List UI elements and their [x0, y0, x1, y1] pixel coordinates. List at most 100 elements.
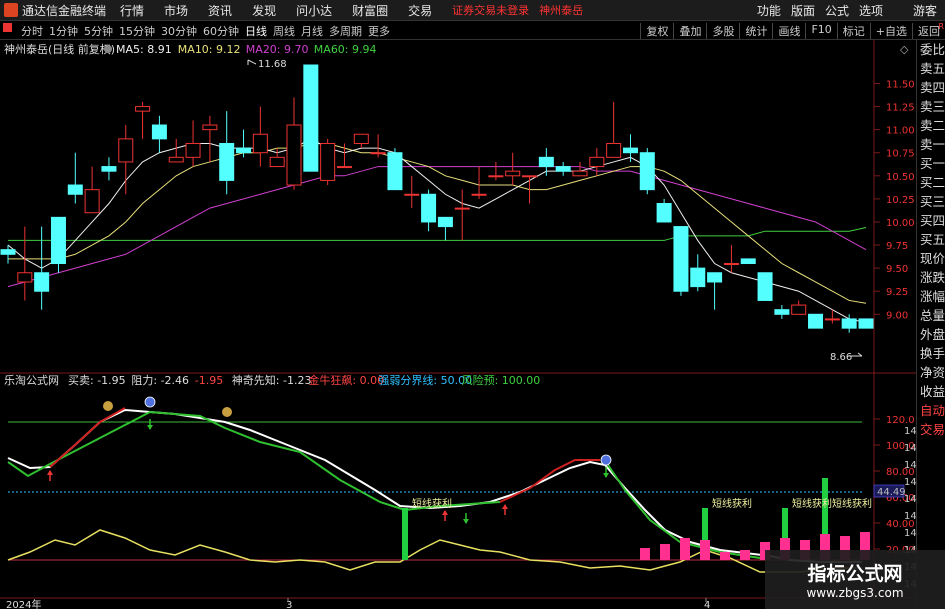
- quote-field-19[interactable]: 自动: [917, 401, 945, 420]
- menu-item-2[interactable]: 资讯: [208, 2, 232, 19]
- menu-item-4[interactable]: 问小达: [296, 2, 332, 19]
- menu-right-3[interactable]: 选项: [859, 2, 883, 19]
- quote-field-2[interactable]: 卖四: [917, 78, 945, 97]
- price-tick-9: 9.25: [886, 287, 908, 298]
- candle: [387, 148, 403, 191]
- quote-field-9[interactable]: 买四: [917, 211, 945, 230]
- toolbar-button-0[interactable]: 复权: [640, 22, 673, 39]
- trade-login-notice[interactable]: 证券交易未登录: [452, 2, 529, 18]
- quote-field-11[interactable]: 现价: [917, 249, 945, 268]
- toolbar-button-1[interactable]: 叠加: [673, 22, 706, 39]
- period-4[interactable]: 30分钟: [161, 23, 197, 39]
- menu-item-5[interactable]: 财富圈: [352, 2, 388, 19]
- quote-field-0[interactable]: 委比: [917, 40, 945, 59]
- menu-item-3[interactable]: 发现: [252, 2, 276, 19]
- price-tick-3: 10.75: [886, 149, 915, 160]
- period-5[interactable]: 60分钟: [203, 23, 239, 39]
- price-tick-10: 9.00: [886, 310, 908, 321]
- ma-label-2: MA20: 9.70: [246, 43, 309, 56]
- quote-field-15[interactable]: 外盘: [917, 325, 945, 344]
- period-1[interactable]: 1分钟: [49, 23, 78, 39]
- pink-histogram-bar: [720, 552, 730, 560]
- period-8[interactable]: 月线: [301, 23, 323, 39]
- collapse-icon[interactable]: ◇: [900, 43, 909, 56]
- indicator-label-6: 风险预: 100.00: [462, 373, 541, 387]
- ma-label-1: MA10: 9.12: [178, 43, 241, 56]
- quote-field-1[interactable]: 卖五: [917, 59, 945, 78]
- indicator-label-5: 强弱分界线: 50.00: [378, 373, 472, 387]
- toolbar-button-7[interactable]: +自选: [869, 22, 912, 39]
- period-6[interactable]: 日线: [245, 23, 267, 39]
- quote-field-5[interactable]: 卖一: [917, 135, 945, 154]
- indicator-label-3: 神奇先知: -1.23: [232, 373, 312, 387]
- quote-field-18[interactable]: 收益: [917, 382, 945, 401]
- money-bag-icon: [222, 407, 232, 417]
- menu-item-6[interactable]: 交易: [408, 2, 432, 19]
- price-tick-1: 11.25: [886, 103, 915, 114]
- time-label-4: 14:35: [904, 494, 916, 505]
- quote-field-6[interactable]: 买一: [917, 154, 945, 173]
- time-label-5: 14:36: [904, 511, 916, 522]
- quote-field-14[interactable]: 总量: [917, 306, 945, 325]
- menu-right-1[interactable]: 版面: [791, 2, 815, 19]
- signal-bar: [402, 508, 408, 560]
- ma-label-3: MA60: 9.94: [314, 43, 377, 56]
- quote-field-8[interactable]: 买三: [917, 192, 945, 211]
- toolbar-button-3[interactable]: 统计: [739, 22, 772, 39]
- toolbar-button-2[interactable]: 多股: [706, 22, 739, 39]
- indicator-label-1: 阻力: -2.46: [131, 374, 189, 387]
- quote-field-13[interactable]: 涨幅: [917, 287, 945, 306]
- candle: [757, 272, 773, 301]
- indicator-label-4: 金牛狂飙: 0.00: [308, 373, 384, 387]
- price-tick-7: 9.75: [886, 241, 908, 252]
- quote-field-17[interactable]: 净资: [917, 363, 945, 382]
- period-9[interactable]: 多周期: [329, 23, 362, 39]
- chart-area: 神州泰岳(日线 前复权) MA5: 8.91 MA10: 9.12 MA20: 9.…: [0, 40, 916, 609]
- price-tick-2: 11.00: [886, 126, 915, 137]
- menu-item-1[interactable]: 市场: [164, 2, 188, 19]
- time-label-0: 14:36: [904, 426, 916, 437]
- watermark-title: 指标公式网: [807, 563, 903, 585]
- x-label-april: 4: [704, 600, 710, 609]
- toolbar-button-4[interactable]: 画线: [772, 22, 805, 39]
- current-value: 44.49: [877, 487, 906, 498]
- period-7[interactable]: 周线: [273, 23, 295, 39]
- pink-histogram-bar: [700, 540, 710, 560]
- indicator-title: 乐淘公式网: [4, 374, 59, 387]
- indicator-tick-0: 120.0: [886, 415, 915, 426]
- quote-panel: R 委比 卖五 卖四 卖三 卖二 卖一 买一 买二 买三 买四 买五 现价 涨跌 涨幅 总量 外盘 换手 净资 收益…: [916, 22, 945, 609]
- toolbar-button-5[interactable]: F10: [805, 22, 836, 39]
- signal-label-2: 短线获利: [792, 497, 832, 510]
- menu-item-0[interactable]: 行情: [120, 2, 144, 19]
- toolbar-button-6[interactable]: 标记: [836, 22, 870, 39]
- price-tick-4: 10.50: [886, 172, 915, 183]
- candle: [673, 226, 689, 296]
- period-2[interactable]: 5分钟: [84, 23, 113, 39]
- period-indicator-icon: [3, 22, 12, 32]
- guest-button[interactable]: 游客: [913, 2, 937, 19]
- quote-field-3[interactable]: 卖三: [917, 97, 945, 116]
- price-tick-8: 9.50: [886, 264, 908, 275]
- x-label-march: 3: [286, 600, 292, 609]
- period-10[interactable]: 更多: [368, 23, 390, 39]
- indicator-label-2: -1.95: [195, 374, 223, 387]
- quote-field-12[interactable]: 涨跌: [917, 268, 945, 287]
- x-label-year: 2024年: [6, 598, 41, 609]
- quote-field-4[interactable]: 卖二: [917, 116, 945, 135]
- quote-field-16[interactable]: 换手: [917, 344, 945, 363]
- candle: [858, 318, 874, 329]
- period-3[interactable]: 15分钟: [119, 23, 155, 39]
- period-0[interactable]: 分时: [21, 23, 43, 39]
- app-title: 通达信金融终端: [22, 3, 107, 18]
- current-stock-name: 神州泰岳: [539, 4, 584, 17]
- quote-field-20[interactable]: 交易: [917, 420, 945, 439]
- menu-right-2[interactable]: 公式: [825, 2, 849, 19]
- settings-icon[interactable]: [104, 45, 112, 53]
- ma-legend: MA5: 8.91 MA10: 9.12 MA20: 9.70 MA60: 9.94: [116, 43, 377, 56]
- menu-right-0[interactable]: 功能: [757, 2, 781, 19]
- quote-field-10[interactable]: 买五: [917, 230, 945, 249]
- ma-label-0: MA5: 8.91: [116, 43, 172, 56]
- pink-histogram-bar: [660, 544, 670, 560]
- quote-field-7[interactable]: 买二: [917, 173, 945, 192]
- candle: [639, 148, 655, 195]
